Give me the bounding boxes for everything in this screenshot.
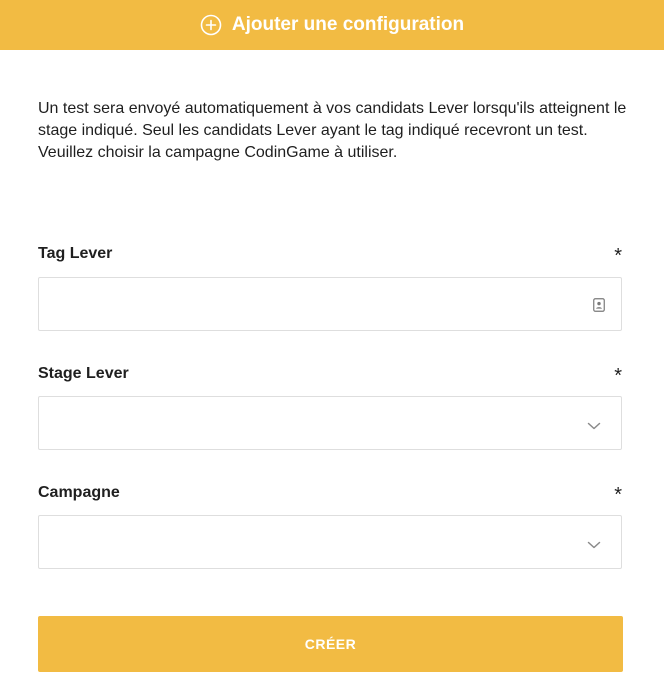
campaign-label: Campagne — [38, 484, 120, 501]
contact-card-icon[interactable] — [593, 298, 605, 312]
stage-lever-required-marker: * — [614, 365, 622, 387]
add-configuration-header[interactable]: Ajouter une configuration — [0, 0, 664, 50]
stage-lever-select[interactable] — [38, 396, 622, 450]
tag-lever-input[interactable] — [39, 278, 587, 330]
create-button[interactable]: CRÉER — [38, 616, 623, 672]
campaign-select[interactable] — [38, 515, 622, 569]
tag-lever-label: Tag Lever — [38, 245, 113, 262]
chevron-down-icon[interactable] — [587, 537, 601, 549]
campaign-required-marker: * — [614, 484, 622, 506]
chevron-down-icon[interactable] — [587, 418, 601, 430]
stage-lever-label: Stage Lever — [38, 365, 129, 382]
tag-lever-field[interactable] — [38, 277, 622, 331]
plus-circle-icon — [200, 14, 222, 36]
description-text: Un test sera envoyé automatiquement à vo… — [38, 100, 627, 161]
header-title: Ajouter une configuration — [231, 14, 465, 35]
tag-lever-required-marker: * — [614, 245, 622, 267]
add-configuration-button[interactable]: Ajouter une configuration — [200, 14, 464, 36]
